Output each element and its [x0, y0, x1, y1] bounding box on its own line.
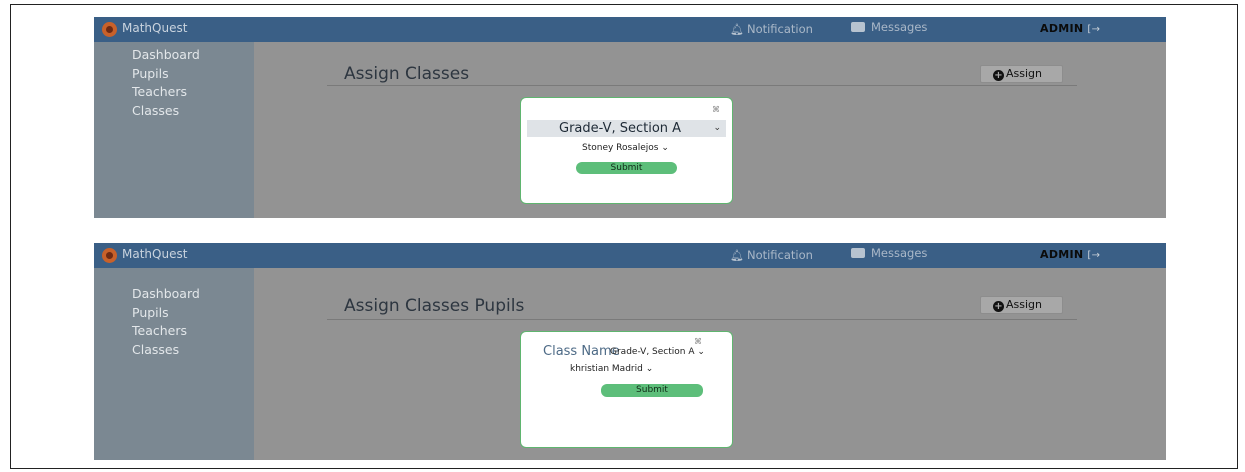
chevron-down-icon: ⌄: [697, 347, 705, 357]
assign-button-label: Assign: [1006, 67, 1042, 80]
pupil-select[interactable]: khristian Madrid ⌄: [570, 364, 653, 374]
mathquest-logo-icon[interactable]: [102, 22, 117, 37]
notification-link[interactable]: 🔔︎ Notification: [730, 22, 813, 36]
sidebar: Dashboard Pupils Teachers Classes: [94, 268, 254, 460]
brand-name[interactable]: MathQuest: [122, 21, 187, 35]
page-title: Assign Classes Pupils: [344, 296, 525, 316]
page-title: Assign Classes: [344, 64, 470, 84]
notification-label: Notification: [746, 22, 813, 36]
sidebar-item-pupils[interactable]: Pupils: [132, 304, 254, 323]
top-navbar: MathQuest 🔔︎ Notification Messages ADMIN[…: [94, 243, 1166, 268]
sidebar-item-classes[interactable]: Classes: [132, 102, 254, 121]
close-icon[interactable]: ⌘: [694, 337, 702, 346]
plus-circle-icon: +: [993, 301, 1004, 312]
pupil-select-value: khristian Madrid: [570, 364, 643, 374]
plus-circle-icon: +: [993, 70, 1004, 81]
assign-pupil-modal: ⌘ Class Name Grade-V, Section A ⌄ khrist…: [520, 331, 733, 448]
messages-link[interactable]: Messages: [851, 246, 927, 260]
screenshot-assign-classes: MathQuest 🔔︎ Notification Messages ADMIN[…: [94, 17, 1166, 218]
admin-label: ADMIN: [1040, 22, 1084, 35]
logout-icon[interactable]: [→: [1087, 250, 1100, 261]
admin-label: ADMIN: [1040, 248, 1084, 261]
title-divider: [327, 319, 1077, 320]
chevron-down-icon: ⌄: [661, 143, 669, 153]
class-select[interactable]: Grade-V, Section A ⌄: [610, 347, 705, 357]
class-select[interactable]: Grade-V, Section A ⌄: [527, 120, 726, 137]
admin-menu[interactable]: ADMIN [→: [1040, 248, 1100, 261]
messages-label: Messages: [871, 246, 928, 260]
sidebar: Dashboard Pupils Teachers Classes: [94, 42, 254, 218]
submit-button[interactable]: Submit: [576, 162, 677, 174]
class-name-label: Class Name: [543, 344, 620, 359]
close-icon[interactable]: ⌘: [712, 105, 720, 114]
chat-bubble-icon: [851, 22, 865, 32]
chevron-down-icon: ⌄: [713, 123, 721, 133]
class-select-value: Grade-V, Section A: [559, 121, 682, 136]
notification-link[interactable]: 🔔︎ Notification: [730, 248, 813, 262]
assign-button[interactable]: + Assign: [980, 296, 1063, 314]
sidebar-item-dashboard[interactable]: Dashboard: [132, 285, 254, 304]
sidebar-item-teachers[interactable]: Teachers: [132, 322, 254, 341]
sidebar-item-classes[interactable]: Classes: [132, 341, 254, 360]
teacher-select-value: Stoney Rosalejos: [582, 143, 659, 153]
submit-button[interactable]: Submit: [601, 384, 703, 397]
brand-name[interactable]: MathQuest: [122, 247, 187, 261]
bell-icon: 🔔︎: [730, 23, 744, 36]
logout-icon[interactable]: [→: [1087, 24, 1100, 35]
sidebar-item-teachers[interactable]: Teachers: [132, 83, 254, 102]
assign-button[interactable]: + Assign: [980, 65, 1063, 83]
assign-class-modal: ⌘ Grade-V, Section A ⌄ Stoney Rosalejos …: [520, 97, 733, 204]
notification-label: Notification: [746, 248, 813, 262]
teacher-select[interactable]: Stoney Rosalejos ⌄: [582, 143, 669, 153]
title-divider: [327, 85, 1077, 86]
messages-label: Messages: [871, 20, 928, 34]
chevron-down-icon: ⌄: [645, 364, 654, 374]
mathquest-logo-icon[interactable]: [102, 248, 117, 263]
bell-icon: 🔔︎: [730, 249, 744, 262]
sidebar-item-dashboard[interactable]: Dashboard: [132, 46, 254, 65]
screenshot-assign-classes-pupils: MathQuest 🔔︎ Notification Messages ADMIN[…: [94, 243, 1166, 460]
admin-menu[interactable]: ADMIN [→: [1040, 22, 1100, 35]
assign-button-label: Assign: [1006, 298, 1042, 311]
top-navbar: MathQuest 🔔︎ Notification Messages ADMIN[…: [94, 17, 1166, 42]
messages-link[interactable]: Messages: [851, 20, 927, 34]
sidebar-item-pupils[interactable]: Pupils: [132, 65, 254, 84]
class-select-value: Grade-V, Section A: [610, 347, 695, 357]
chat-bubble-icon: [851, 248, 865, 258]
